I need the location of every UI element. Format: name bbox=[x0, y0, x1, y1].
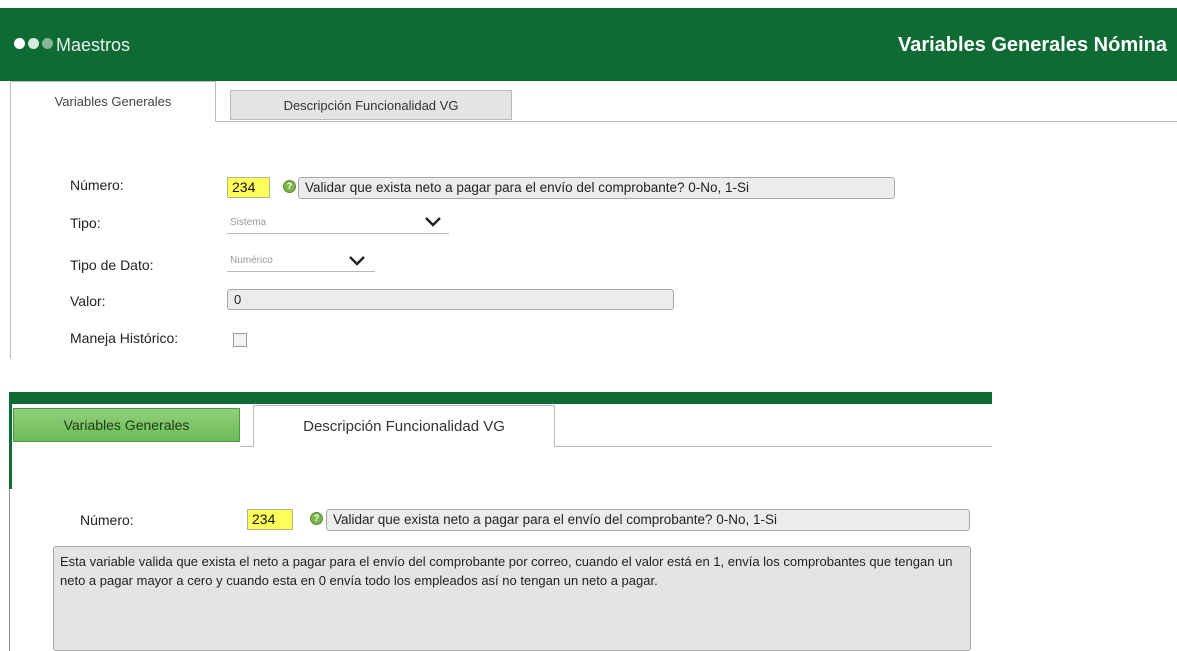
help-icon[interactable]: ? bbox=[283, 180, 296, 193]
window-dots-icon bbox=[14, 38, 53, 49]
tipo-dato-label: Tipo de Dato: bbox=[70, 257, 154, 273]
help-icon[interactable]: ? bbox=[310, 512, 323, 525]
numero-description: Validar que exista neto a pagar para el … bbox=[326, 509, 970, 531]
tab-descripcion-funcionalidad[interactable]: Descripción Funcionalidad VG bbox=[230, 90, 512, 120]
historico-checkbox[interactable] bbox=[233, 333, 247, 347]
chevron-down-icon bbox=[425, 217, 441, 227]
tab-label: Descripción Funcionalidad VG bbox=[303, 418, 505, 435]
numero-label: Número: bbox=[80, 512, 134, 528]
numero-description: Validar que exista neto a pagar para el … bbox=[298, 177, 895, 199]
tab-variables-generales[interactable]: Variables Generales bbox=[10, 81, 216, 122]
numero-input[interactable]: 234 bbox=[227, 177, 270, 198]
tipo-select[interactable]: Sistema bbox=[227, 214, 449, 234]
historico-label: Maneja Histórico: bbox=[70, 330, 179, 346]
valor-label: Valor: bbox=[70, 293, 106, 309]
tab-variables-generales[interactable]: Variables Generales bbox=[13, 408, 240, 442]
tab-divider bbox=[240, 446, 253, 447]
tipo-select-value: Sistema bbox=[230, 217, 267, 228]
page-title: Variables Generales Nómina bbox=[897, 34, 1167, 56]
app-brand: Maestros bbox=[56, 35, 131, 55]
chevron-down-icon bbox=[349, 256, 365, 266]
tab-descripcion-funcionalidad[interactable]: Descripción Funcionalidad VG bbox=[253, 405, 555, 447]
tab-label: Variables Generales bbox=[63, 417, 190, 433]
panel-border bbox=[9, 489, 10, 651]
funcionalidad-description[interactable]: Esta variable valida que exista el neto … bbox=[53, 546, 971, 651]
tab-divider bbox=[555, 446, 992, 447]
header-bar-bottom bbox=[9, 392, 992, 404]
tipo-dato-select[interactable]: Numérico bbox=[227, 253, 375, 272]
tab-label: Descripción Funcionalidad VG bbox=[283, 97, 459, 113]
tipo-dato-select-value: Numérico bbox=[230, 255, 273, 266]
numero-label: Número: bbox=[70, 177, 124, 193]
panel-edge bbox=[9, 404, 12, 489]
panel-border bbox=[10, 121, 11, 359]
tab-label: Variables Generales bbox=[54, 94, 172, 109]
valor-input[interactable]: 0 bbox=[227, 289, 674, 310]
tipo-label: Tipo: bbox=[70, 215, 101, 231]
numero-input[interactable]: 234 bbox=[247, 509, 293, 530]
